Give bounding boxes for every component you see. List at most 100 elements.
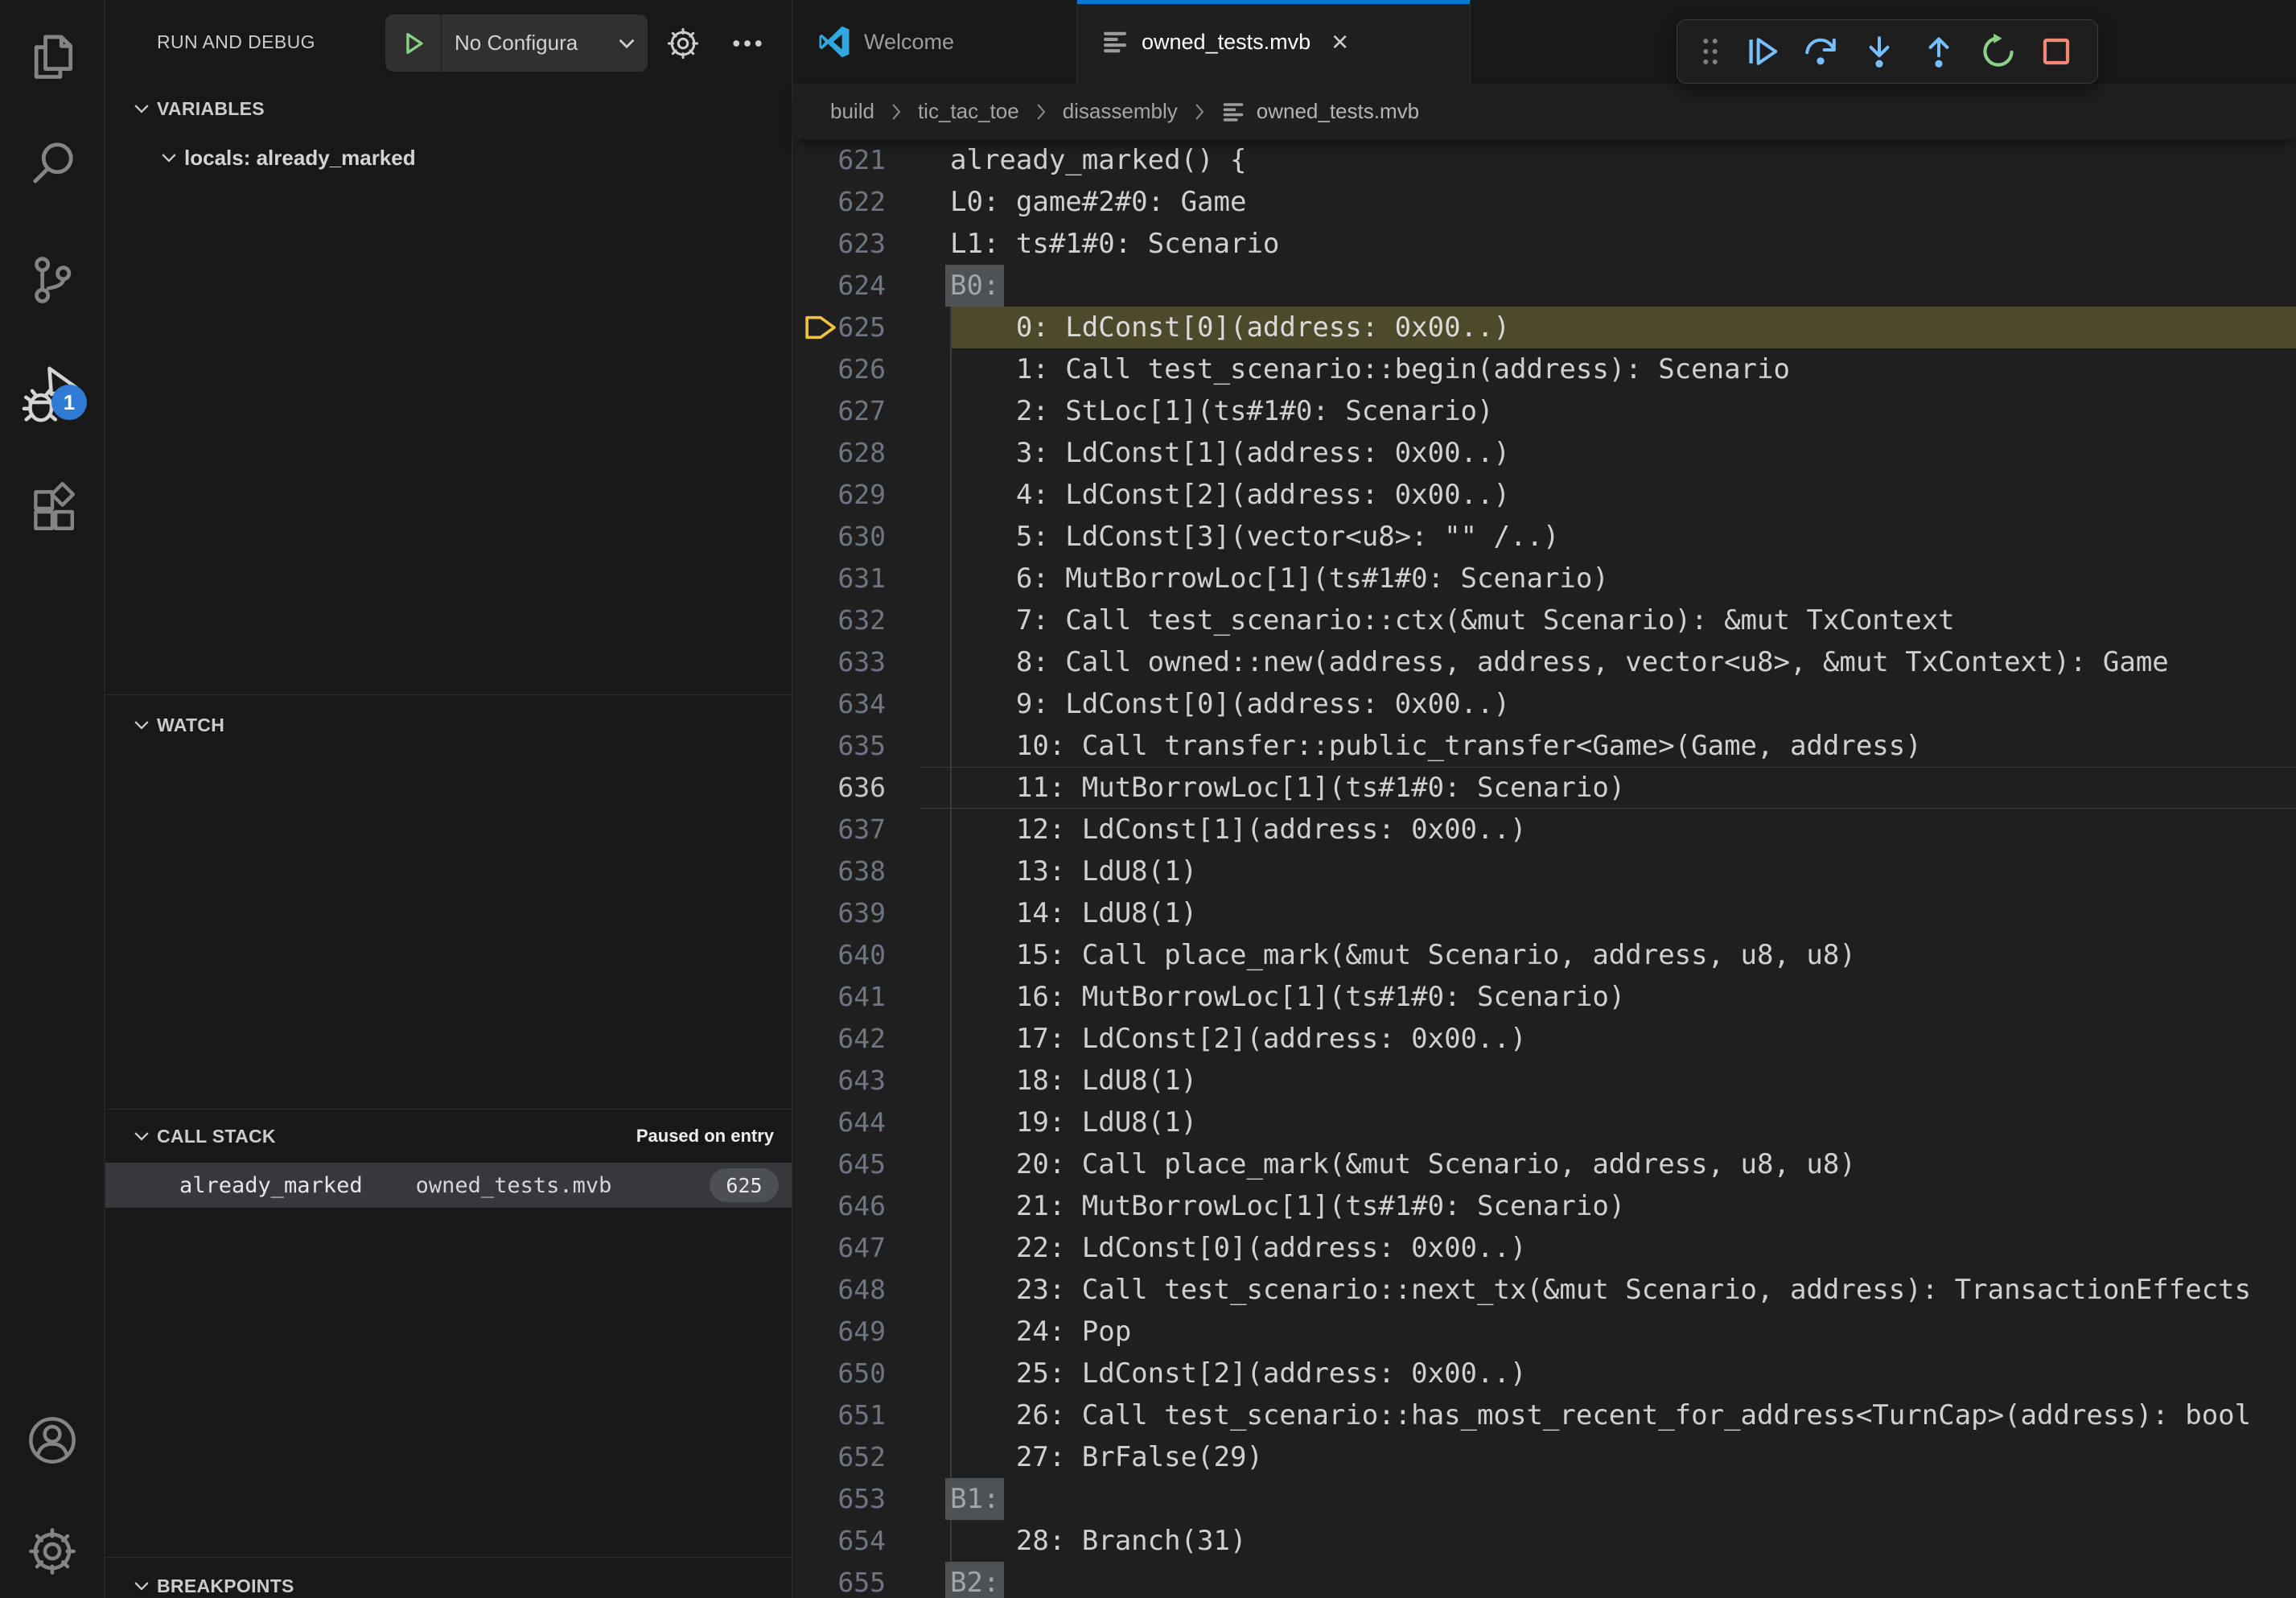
line-number: 629 (793, 474, 886, 516)
code-line[interactable]: 652 27: BrFalse(29) (793, 1436, 2296, 1478)
tab-welcome[interactable]: Welcome (793, 0, 1077, 84)
code-line[interactable]: 625 0: LdConst[0](address: 0x00..) (793, 307, 2296, 348)
watch-header[interactable]: WATCH (105, 702, 792, 748)
restart-icon[interactable] (1971, 26, 2023, 77)
search-icon[interactable] (0, 123, 105, 204)
stop-icon[interactable] (2031, 26, 2083, 77)
line-number: 646 (793, 1185, 886, 1227)
current-instruction-marker-icon (804, 315, 837, 344)
debug-session-badge: 1 (51, 385, 87, 420)
breadcrumb-item-disassembly[interactable]: disassembly (1063, 99, 1178, 124)
frame-function-name: already_marked (179, 1173, 363, 1198)
explorer-icon[interactable] (0, 16, 105, 97)
step-into-icon[interactable] (1854, 26, 1906, 77)
line-text: 23: Call test_scenario::next_tx(&mut Sce… (950, 1269, 2251, 1311)
line-number: 640 (793, 934, 886, 976)
code-line[interactable]: 648 23: Call test_scenario::next_tx(&mut… (793, 1269, 2296, 1311)
line-number: 655 (793, 1562, 886, 1598)
code-line[interactable]: 630 5: LdConst[3](vector<u8>: "" /..) (793, 516, 2296, 558)
close-icon[interactable]: × (1331, 27, 1348, 56)
code-line[interactable]: 621 already_marked() { (793, 139, 2296, 181)
code-viewport[interactable]: 621 already_marked() { 622 L0: game#2#0:… (793, 139, 2296, 1598)
line-text: 13: LdU8(1) (950, 850, 1197, 892)
more-actions-icon[interactable] (723, 19, 772, 68)
line-text: 10: Call transfer::public_transfer<Game>… (950, 725, 1922, 767)
code-line[interactable]: 636 11: MutBorrowLoc[1](ts#1#0: Scenario… (793, 767, 2296, 809)
call-stack-header[interactable]: CALL STACK Paused on entry (105, 1113, 792, 1159)
code-line[interactable]: 646 21: MutBorrowLoc[1](ts#1#0: Scenario… (793, 1185, 2296, 1227)
source-control-icon[interactable] (0, 240, 105, 320)
breadcrumb-item-build[interactable]: build (830, 99, 874, 124)
code-line[interactable]: 631 6: MutBorrowLoc[1](ts#1#0: Scenario) (793, 558, 2296, 599)
code-line[interactable]: 650 25: LdConst[2](address: 0x00..) (793, 1353, 2296, 1394)
chevron-down-icon (131, 98, 152, 119)
code-line[interactable]: 635 10: Call transfer::public_transfer<G… (793, 725, 2296, 767)
variables-header[interactable]: VARIABLES (105, 85, 792, 132)
code-line[interactable]: 629 4: LdConst[2](address: 0x00..) (793, 474, 2296, 516)
line-text: 1: Call test_scenario::begin(address): S… (950, 348, 1790, 390)
code-line[interactable]: 623 L1: ts#1#0: Scenario (793, 223, 2296, 265)
breadcrumb-item-tic-tac-toe[interactable]: tic_tac_toe (918, 99, 1019, 124)
code-line[interactable]: 653 B1: (793, 1478, 2296, 1520)
line-text: B2: (945, 1562, 1004, 1598)
line-number: 634 (793, 683, 886, 725)
file-list-icon (1101, 28, 1129, 56)
line-number: 624 (793, 265, 886, 307)
code-line[interactable]: 654 28: Branch(31) (793, 1520, 2296, 1562)
step-out-icon[interactable] (1912, 26, 1965, 77)
code-line[interactable]: 628 3: LdConst[1](address: 0x00..) (793, 432, 2296, 474)
step-over-icon[interactable] (1794, 26, 1846, 77)
code-line[interactable]: 642 17: LdConst[2](address: 0x00..) (793, 1018, 2296, 1060)
breadcrumb-file[interactable]: owned_tests.mvb (1257, 99, 1419, 124)
line-number: 645 (793, 1143, 886, 1185)
debug-config-dropdown[interactable]: No Configura (385, 14, 648, 72)
code-line[interactable]: 634 9: LdConst[0](address: 0x00..) (793, 683, 2296, 725)
code-line[interactable]: 639 14: LdU8(1) (793, 892, 2296, 934)
code-line[interactable]: 627 2: StLoc[1](ts#1#0: Scenario) (793, 390, 2296, 432)
tab-owned-tests[interactable]: owned_tests.mvb × (1077, 0, 1471, 84)
code-line[interactable]: 633 8: Call owned::new(address, address,… (793, 641, 2296, 683)
variables-scope-row[interactable]: locals: already_marked (105, 137, 792, 179)
code-line[interactable]: 638 13: LdU8(1) (793, 850, 2296, 892)
extensions-icon[interactable] (0, 468, 105, 549)
code-line[interactable]: 647 22: LdConst[0](address: 0x00..) (793, 1227, 2296, 1269)
scope-label: locals: already_marked (184, 146, 416, 171)
code-line[interactable]: 643 18: LdU8(1) (793, 1060, 2296, 1102)
line-number: 654 (793, 1520, 886, 1562)
line-text: 9: LdConst[0](address: 0x00..) (950, 683, 1510, 725)
frame-line-badge: 625 (710, 1168, 779, 1202)
run-and-debug-icon[interactable]: 1 (0, 354, 105, 435)
account-icon[interactable] (0, 1400, 105, 1481)
line-text: 26: Call test_scenario::has_most_recent_… (950, 1394, 2251, 1436)
start-debug-button[interactable] (385, 14, 442, 72)
breakpoints-header[interactable]: BREAKPOINTS (105, 1563, 792, 1598)
code-line[interactable]: 626 1: Call test_scenario::begin(address… (793, 348, 2296, 390)
code-line[interactable]: 651 26: Call test_scenario::has_most_rec… (793, 1394, 2296, 1436)
line-number: 643 (793, 1060, 886, 1102)
continue-icon[interactable] (1735, 26, 1788, 77)
line-text: 25: LdConst[2](address: 0x00..) (950, 1353, 1526, 1394)
code-line[interactable]: 641 16: MutBorrowLoc[1](ts#1#0: Scenario… (793, 976, 2296, 1018)
code-line[interactable]: 655 B2: (793, 1562, 2296, 1598)
code-line[interactable]: 632 7: Call test_scenario::ctx(&mut Scen… (793, 599, 2296, 641)
call-stack-section: CALL STACK Paused on entry already_marke… (105, 1109, 792, 1208)
chevron-down-icon (131, 1126, 152, 1147)
line-number: 652 (793, 1436, 886, 1478)
code-line[interactable]: 644 19: LdU8(1) (793, 1102, 2296, 1143)
code-line[interactable]: 622 L0: game#2#0: Game (793, 181, 2296, 223)
chevron-down-icon (158, 147, 179, 168)
settings-gear-icon[interactable] (0, 1511, 105, 1592)
code-line[interactable]: 637 12: LdConst[1](address: 0x00..) (793, 809, 2296, 850)
code-line[interactable]: 645 20: Call place_mark(&mut Scenario, a… (793, 1143, 2296, 1185)
line-text: B1: (945, 1478, 1004, 1520)
call-stack-frame-row[interactable]: already_marked owned_tests.mvb 625 (105, 1163, 792, 1208)
toolbar-drag-handle[interactable] (1692, 26, 1729, 77)
line-number: 632 (793, 599, 886, 641)
line-text: 2: StLoc[1](ts#1#0: Scenario) (950, 390, 1494, 432)
code-line[interactable]: 624 B0: (793, 265, 2296, 307)
debug-settings-gear-icon[interactable] (659, 19, 707, 68)
line-text: 21: MutBorrowLoc[1](ts#1#0: Scenario) (950, 1185, 1625, 1227)
line-number: 627 (793, 390, 886, 432)
code-line[interactable]: 640 15: Call place_mark(&mut Scenario, a… (793, 934, 2296, 976)
code-line[interactable]: 649 24: Pop (793, 1311, 2296, 1353)
